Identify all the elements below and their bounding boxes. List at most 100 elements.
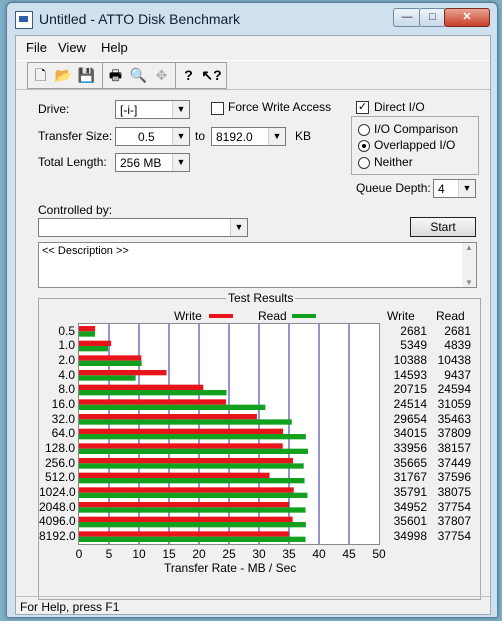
help-icon[interactable]: ? bbox=[178, 65, 199, 86]
size-label: 1.0 bbox=[58, 338, 75, 353]
print-icon[interactable]: 🖶 bbox=[105, 65, 126, 86]
toolbar-group-file: 🗋 📂 💾 bbox=[27, 62, 103, 89]
menu-bar: File View Help bbox=[16, 36, 490, 58]
write-value: 34015 bbox=[393, 426, 427, 441]
read-value: 37809 bbox=[437, 426, 471, 441]
description-textarea[interactable]: << Description >> ▲ ▼ bbox=[38, 242, 477, 288]
read-bar-256.0 bbox=[79, 463, 304, 469]
total-length-label: Total Length: bbox=[38, 155, 107, 169]
x-tick-label: 40 bbox=[312, 547, 326, 561]
write-value: 20715 bbox=[393, 382, 427, 397]
chevron-down-icon: ▼ bbox=[172, 154, 189, 171]
read-value: 10438 bbox=[437, 352, 471, 367]
new-icon[interactable]: 🗋 bbox=[30, 65, 51, 86]
toolbar-group-help: ? ↖? bbox=[175, 62, 227, 89]
force-write-label: Force Write Access bbox=[228, 100, 332, 114]
write-bar-4.0 bbox=[79, 370, 167, 376]
close-button[interactable]: ✕ bbox=[444, 8, 490, 27]
read-bar-64.0 bbox=[79, 434, 306, 440]
window-title: Untitled - ATTO Disk Benchmark bbox=[39, 11, 240, 27]
read-bar-0.5 bbox=[79, 331, 96, 337]
maximize-button[interactable]: □ bbox=[419, 8, 446, 27]
read-bar-8192.0 bbox=[79, 536, 306, 542]
read-bar-4.0 bbox=[79, 375, 136, 381]
status-bar: For Help, press F1 bbox=[16, 596, 490, 615]
size-label: 256.0 bbox=[44, 455, 75, 470]
kb-label: KB bbox=[295, 129, 312, 143]
toolbar: 🗋 📂 💾 🖶 🔍 ✥ ? ↖? bbox=[16, 60, 490, 90]
menu-view[interactable]: View bbox=[58, 40, 86, 55]
controlled-by-select[interactable]: ▼ bbox=[38, 218, 248, 237]
x-tick-label: 5 bbox=[105, 547, 113, 561]
write-value: 14593 bbox=[393, 367, 427, 382]
io-comparison-label: I/O Comparison bbox=[374, 122, 459, 136]
write-value: 5349 bbox=[400, 338, 427, 353]
write-bar-8.0 bbox=[79, 384, 204, 390]
write-value: 34952 bbox=[393, 499, 427, 514]
write-bar-64.0 bbox=[79, 428, 284, 434]
read-bar-1024.0 bbox=[79, 492, 308, 498]
read-bar-4096.0 bbox=[79, 522, 306, 528]
x-tick-label: 10 bbox=[132, 547, 146, 561]
read-value: 38157 bbox=[437, 440, 471, 455]
test-results-group: Test Results Write Read Write Read 0.5 1.… bbox=[38, 291, 481, 600]
app-window: Untitled - ATTO Disk Benchmark — □ ✕ Fil… bbox=[6, 2, 498, 618]
read-bar-32.0 bbox=[79, 419, 292, 425]
open-icon[interactable]: 📂 bbox=[53, 65, 74, 86]
read-value: 24594 bbox=[437, 382, 471, 397]
read-bar-16.0 bbox=[79, 404, 266, 410]
read-bar-128.0 bbox=[79, 448, 308, 454]
write-value: 29654 bbox=[393, 411, 427, 426]
x-axis-label: Transfer Rate - MB / Sec bbox=[164, 561, 297, 575]
total-length-select[interactable]: 256 MB ▼ bbox=[115, 153, 190, 172]
queue-depth-select[interactable]: 4 ▼ bbox=[433, 179, 476, 198]
write-bar-2.0 bbox=[79, 355, 142, 361]
context-help-icon[interactable]: ↖? bbox=[201, 65, 222, 86]
drive-select[interactable]: [-i-] ▼ bbox=[115, 100, 190, 119]
write-bar-8192.0 bbox=[79, 531, 289, 537]
x-tick-label: 25 bbox=[222, 547, 236, 561]
x-tick-label: 50 bbox=[372, 547, 386, 561]
title-bar[interactable]: Untitled - ATTO Disk Benchmark — □ ✕ bbox=[7, 3, 497, 33]
description-scrollbar[interactable]: ▲ ▼ bbox=[462, 243, 476, 287]
read-value: 37754 bbox=[437, 499, 471, 514]
read-value: 9437 bbox=[444, 367, 471, 382]
transfer-size-to-select[interactable]: 8192.0 ▼ bbox=[211, 127, 286, 146]
read-bar-512.0 bbox=[79, 478, 305, 484]
read-value: 37754 bbox=[437, 528, 471, 543]
menu-file[interactable]: File bbox=[26, 40, 47, 55]
status-text: For Help, press F1 bbox=[20, 600, 120, 614]
save-icon[interactable]: 💾 bbox=[76, 65, 97, 86]
read-value: 2681 bbox=[444, 323, 471, 338]
size-label: 4096.0 bbox=[39, 514, 76, 529]
scroll-up-icon[interactable]: ▲ bbox=[465, 243, 473, 252]
write-bar-32.0 bbox=[79, 414, 257, 420]
write-value: 35601 bbox=[393, 514, 427, 529]
read-bar-2.0 bbox=[79, 360, 142, 366]
direct-io-checkbox[interactable]: ✓ bbox=[356, 101, 369, 114]
transfer-size-from-select[interactable]: 0.5 ▼ bbox=[115, 127, 190, 146]
scroll-down-icon[interactable]: ▼ bbox=[465, 278, 473, 287]
read-bar-1.0 bbox=[79, 346, 109, 352]
minimize-button[interactable]: — bbox=[393, 8, 421, 27]
x-tick-label: 30 bbox=[252, 547, 266, 561]
size-label: 2048.0 bbox=[39, 499, 76, 514]
chevron-down-icon: ▼ bbox=[172, 128, 189, 145]
size-label: 4.0 bbox=[58, 367, 75, 382]
read-value: 31059 bbox=[437, 396, 471, 411]
force-write-checkbox[interactable] bbox=[211, 102, 224, 115]
overlapped-io-radio[interactable] bbox=[358, 140, 370, 152]
menu-help[interactable]: Help bbox=[101, 40, 128, 55]
neither-radio[interactable] bbox=[358, 157, 370, 169]
test-results-title: Test Results bbox=[226, 291, 296, 305]
start-button[interactable]: Start bbox=[410, 217, 476, 237]
print-preview-icon[interactable]: 🔍 bbox=[128, 65, 149, 86]
legend-read-label: Read bbox=[258, 309, 287, 323]
x-tick-label: 0 bbox=[75, 547, 83, 561]
write-value: 2681 bbox=[400, 323, 427, 338]
move-icon[interactable]: ✥ bbox=[151, 65, 172, 86]
write-bar-0.5 bbox=[79, 326, 96, 332]
chevron-down-icon: ▼ bbox=[458, 180, 475, 197]
write-value: 31767 bbox=[393, 470, 427, 485]
io-comparison-radio[interactable] bbox=[358, 124, 370, 136]
